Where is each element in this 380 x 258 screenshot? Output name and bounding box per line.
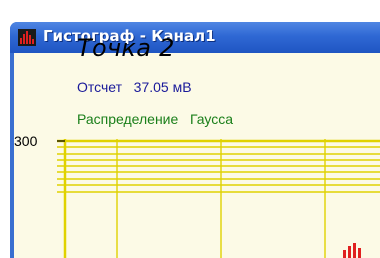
plot-bars — [343, 243, 361, 258]
reading-value: Отсчет 37.05 мВ — [77, 79, 192, 95]
point-title: Точка 2 — [77, 34, 175, 62]
title-bar[interactable]: Гистограф - Канал1 — [10, 22, 380, 53]
histogram-bar — [353, 243, 356, 258]
plot-grid — [57, 139, 380, 258]
histogram-bar — [358, 248, 361, 258]
y-tick-label: 300 — [14, 133, 38, 149]
distribution-label: Распределение Гаусса — [77, 111, 234, 127]
histogram-bar — [343, 250, 346, 258]
histogram-bar — [348, 246, 351, 258]
histogram-plot — [57, 139, 380, 258]
histogram-app-icon[interactable] — [18, 29, 36, 46]
